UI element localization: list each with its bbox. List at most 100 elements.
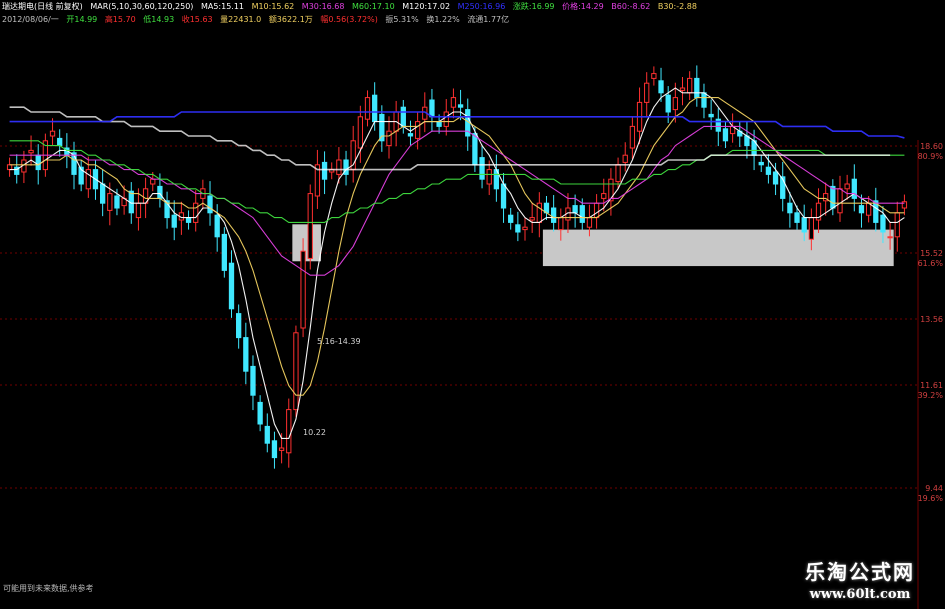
candle-body [515,224,521,233]
ma-line-ma60 [9,140,905,223]
candle [894,201,900,252]
quote-low: 低14.93 [143,15,175,24]
candle [243,322,249,385]
candle [300,238,306,338]
candle-body [665,94,671,113]
candle-body [694,77,700,99]
y-tick-label: 13.56 [920,315,943,324]
indicator-header: 瑞达期电(日线 前复权) MAR(5,10,30,60,120,250) MA5… [2,2,702,12]
b30-value: B30:-2.88 [657,2,697,11]
candle-body [157,185,163,199]
quote-amplitude: 振5.31% [385,15,419,24]
candle-body [887,236,893,239]
candle [264,413,270,453]
candle-body [844,183,850,190]
candle-body [57,137,63,147]
candle-body [321,161,328,180]
candle [207,181,213,226]
candle [414,112,421,150]
candle [271,431,278,469]
b60-value: B60:-8.62 [611,2,651,11]
candle [679,76,686,106]
candle-body [357,116,364,149]
candle [737,122,743,148]
candle [71,141,77,190]
candle [185,210,192,230]
candle-body [508,214,514,223]
candle-body [601,193,607,199]
quote-turnover: 换1.22% [426,15,460,24]
candle-body [250,365,256,396]
candle-body [472,133,478,166]
candle [901,194,908,216]
candle-body [536,202,542,223]
candle-body [307,193,313,259]
candle [314,149,321,209]
candle [329,162,335,180]
candle-body [429,99,435,118]
candle [479,144,485,189]
candle-body [558,217,564,231]
candle-body [85,169,91,190]
quote-float: 流通1.77亿 [467,15,510,24]
candle-body [457,104,464,108]
ma10-value: M10:15.62 [251,2,295,11]
candle [701,83,707,119]
candle [729,113,736,143]
candle [522,218,528,241]
candle-body [278,447,285,451]
ma250-value: M250:16.96 [457,2,506,11]
candle-body [579,205,585,223]
candle [758,155,764,172]
candle [200,179,206,210]
candle [85,156,91,198]
quote-open: 开14.99 [66,15,98,24]
candle [722,121,729,148]
candle [844,174,850,200]
candle-body [644,82,650,103]
y-tick-label: 11.61 [920,381,943,390]
candle [6,157,13,177]
candle [57,129,63,157]
candle-body [722,128,729,142]
candle [78,160,84,192]
up-value: 涨跌:16.99 [512,2,555,11]
candle-body [572,205,578,214]
candle [407,120,414,146]
candle [386,116,392,159]
candle [236,304,242,349]
candle [651,66,657,86]
candlestick-chart[interactable] [0,0,945,609]
candle-body [522,226,528,231]
candle [536,192,542,238]
candle [687,71,693,100]
candle-body [593,202,600,219]
candle [293,325,299,417]
candle [543,196,550,220]
candle [622,142,628,172]
ma-line-ma250 [9,111,905,139]
candle [171,200,177,241]
candle [178,201,185,235]
candle-body [808,217,815,240]
candle [508,208,514,230]
candle [830,179,836,216]
candle-body [271,440,278,459]
candle-body [150,178,156,185]
low-annotation: 10.22 [303,428,326,437]
candle [228,250,235,318]
y-tick-label: 19.6% [917,494,943,503]
candle [364,90,371,127]
candle-body [622,154,628,163]
ma5-value: MA5:15.11 [200,2,245,11]
candle-body [286,409,292,454]
candle-body [35,154,41,171]
candle-body [257,401,263,425]
indicator-name: MAR(5,10,30,60,120,250) [90,2,194,11]
candle [780,161,786,212]
candle [515,211,521,242]
candle-body [550,207,557,223]
candle-body [207,195,213,214]
candle-body [479,157,485,180]
candle [493,154,500,202]
